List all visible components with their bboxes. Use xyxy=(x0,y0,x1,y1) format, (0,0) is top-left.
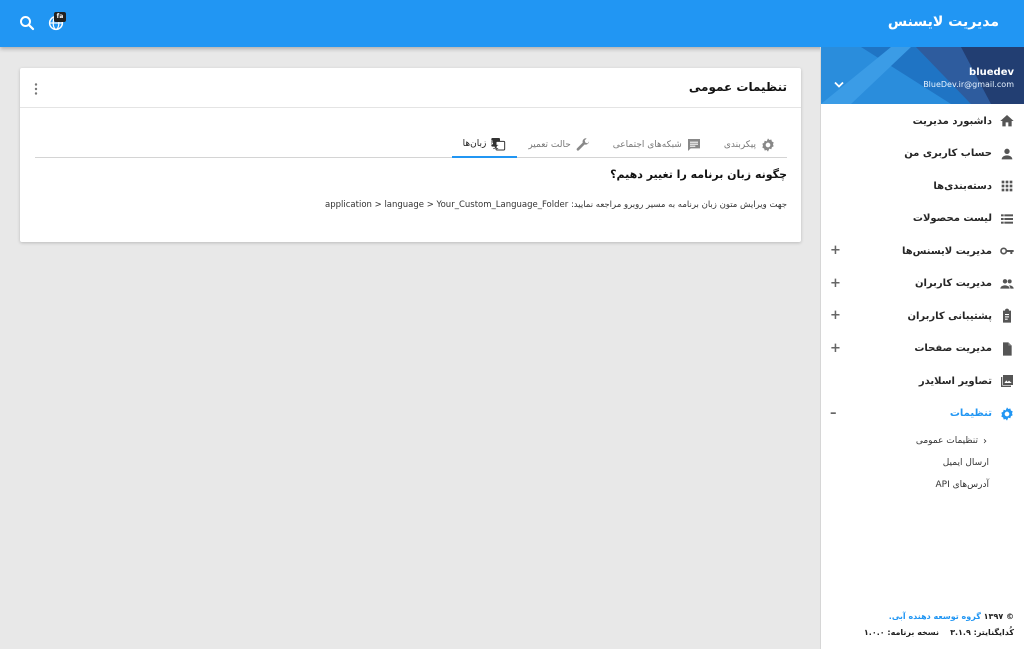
sidebar-item-label: لیست محصولات xyxy=(912,213,992,225)
brand-link[interactable]: گروه توسعه دهنده آبی. xyxy=(889,612,981,621)
sidebar: bluedev BlueDev.ir@gmail.com داشبورد مدی… xyxy=(820,47,1024,649)
profile-username: bluedev xyxy=(969,67,1014,78)
sidebar-item-slider-images[interactable]: تصاویر اسلایدر xyxy=(820,365,1024,398)
settings-tabs: پیکربندی شبکه‌های اجتماعی حالت تعمیر G 文… xyxy=(35,132,787,158)
search-icon[interactable] xyxy=(18,14,36,32)
clipboard-icon xyxy=(1003,308,1011,323)
sidebar-item-licenses[interactable]: مدیریت لایسنس‌ها + xyxy=(820,235,1024,268)
submenu-item-label: آدرس‌های API xyxy=(935,480,989,490)
sidebar-item-label: مدیریت صفحات xyxy=(914,343,992,355)
home-icon xyxy=(1000,115,1014,127)
sidebar-item-my-account[interactable]: حساب کاربری من xyxy=(820,138,1024,171)
profile-header: bluedev BlueDev.ir@gmail.com xyxy=(821,47,1024,104)
tab-label: حالت تعمیر xyxy=(528,140,571,150)
person-icon xyxy=(1001,148,1013,160)
gear-icon xyxy=(1001,407,1013,421)
expand-icon[interactable]: + xyxy=(830,308,841,323)
copyright-symbol: © xyxy=(1006,612,1014,621)
app-title: مدیریت لایسنس xyxy=(887,14,999,30)
people-icon xyxy=(1000,278,1014,289)
expand-icon[interactable]: + xyxy=(830,341,841,356)
expand-icon[interactable]: + xyxy=(830,276,841,291)
expand-icon[interactable]: + xyxy=(830,243,841,258)
wrench-icon xyxy=(576,138,589,151)
photo-library-icon xyxy=(1001,375,1013,388)
tab-label: پیکربندی xyxy=(723,140,756,150)
chevron-left-icon: ‹ xyxy=(983,435,987,447)
translate-icon: G 文 xyxy=(490,138,506,151)
file-icon xyxy=(1003,342,1012,356)
codeigniter-version: کُدایگنایتر: ۳.۱.۹ xyxy=(950,628,1014,637)
chat-icon xyxy=(687,139,700,151)
sidebar-item-categories[interactable]: دسته‌بندی‌ها xyxy=(820,170,1024,203)
settings-submenu: ‹ تنظیمات عمومی ارسال ایمیل آدرس‌های API xyxy=(820,430,1024,496)
submenu-item-label: ارسال ایمیل xyxy=(942,458,989,468)
languages-question: چگونه زبان برنامه را تغییر دهیم؟ xyxy=(610,168,787,181)
sidebar-item-label: داشبورد مدیریت xyxy=(912,115,992,127)
copyright-year: ۱۳۹۷ xyxy=(983,612,1004,621)
tab-label: شبکه‌های اجتماعی xyxy=(612,140,682,150)
tab-languages[interactable]: G 文 زبان‌ها xyxy=(451,132,518,158)
grid-icon xyxy=(1001,180,1013,192)
sidebar-nav: داشبورد مدیریت حساب کاربری من دسته‌بندی‌… xyxy=(820,105,1024,496)
sidebar-footer: © ۱۳۹۷ گروه توسعه دهنده آبی. کُدایگنایتر… xyxy=(824,609,1014,641)
submenu-item-api-addresses[interactable]: آدرس‌های API xyxy=(820,474,1024,496)
language-folder-path: application > language > Your_Custom_Lan… xyxy=(325,200,569,210)
sidebar-item-label: دسته‌بندی‌ها xyxy=(933,180,992,192)
sidebar-item-dashboard[interactable]: داشبورد مدیریت xyxy=(820,105,1024,138)
key-icon xyxy=(1000,247,1014,255)
description-text: جهت ویرایش متون زبان برنامه به مسیر روبر… xyxy=(570,200,787,210)
app-version: نسخه برنامه: ۱.۰.۰ xyxy=(863,628,939,637)
tab-maintenance-mode[interactable]: حالت تعمیر xyxy=(517,132,601,158)
language-badge: fa xyxy=(54,12,66,22)
top-app-bar: مدیریت لایسنس fa xyxy=(0,0,1024,47)
sidebar-item-label: مدیریت لایسنس‌ها xyxy=(901,245,992,257)
settings-card: تنظیمات عمومی پیکربندی شبکه‌های اجتماعی … xyxy=(20,68,801,242)
languages-description: جهت ویرایش متون زبان برنامه به مسیر روبر… xyxy=(325,200,787,210)
chevron-down-icon[interactable] xyxy=(833,81,845,89)
gear-icon xyxy=(762,138,774,152)
card-header: تنظیمات عمومی xyxy=(20,68,801,108)
submenu-item-send-email[interactable]: ارسال ایمیل xyxy=(820,452,1024,474)
sidebar-item-label: پشتیبانی کاربران xyxy=(907,310,992,322)
sidebar-item-pages[interactable]: مدیریت صفحات + xyxy=(820,333,1024,366)
sidebar-item-label: تنظیمات xyxy=(949,408,992,420)
tab-label: زبان‌ها xyxy=(462,139,487,149)
more-vert-icon[interactable] xyxy=(33,82,39,96)
sidebar-item-label: حساب کاربری من xyxy=(904,148,992,160)
sidebar-item-label: تصاویر اسلایدر xyxy=(918,375,992,387)
profile-email: BlueDev.ir@gmail.com xyxy=(923,80,1014,89)
sidebar-item-label: مدیریت کاربران xyxy=(914,278,992,290)
tab-configuration[interactable]: پیکربندی xyxy=(713,132,787,158)
sidebar-item-products[interactable]: لیست محصولات xyxy=(820,203,1024,236)
sidebar-item-support[interactable]: پشتیبانی کاربران + xyxy=(820,300,1024,333)
collapse-icon[interactable]: – xyxy=(830,406,837,421)
list-icon xyxy=(1001,214,1013,224)
tab-social-networks[interactable]: شبکه‌های اجتماعی xyxy=(602,132,713,158)
sidebar-item-settings[interactable]: تنظیمات – xyxy=(820,398,1024,431)
page-title: تنظیمات عمومی xyxy=(688,80,787,94)
submenu-item-general-settings[interactable]: ‹ تنظیمات عمومی xyxy=(820,430,1024,452)
submenu-item-label: تنظیمات عمومی xyxy=(915,436,978,446)
sidebar-item-users[interactable]: مدیریت کاربران + xyxy=(820,268,1024,301)
